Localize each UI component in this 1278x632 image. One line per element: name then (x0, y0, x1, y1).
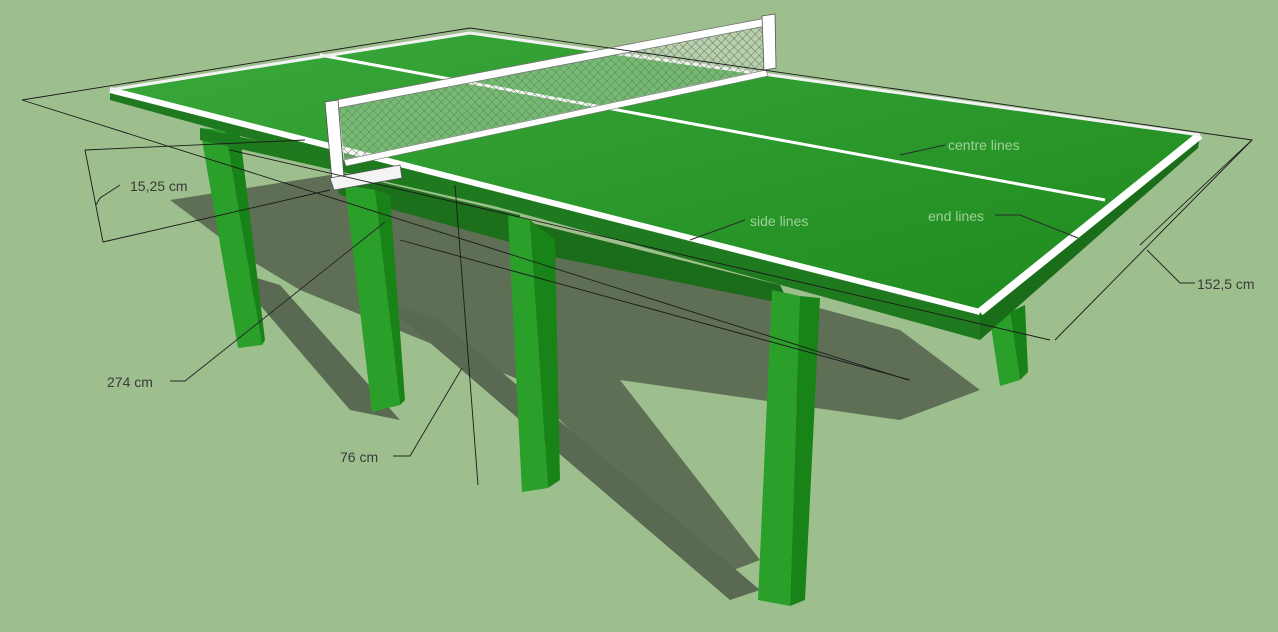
label-table-width: 152,5 cm (1197, 276, 1255, 292)
leader-table-width (1146, 249, 1195, 284)
label-height: 76 cm (340, 449, 379, 465)
leader-width (95, 184, 121, 206)
table-tennis-diagram (21, 13, 1253, 606)
label-side-lines: side lines (750, 213, 809, 229)
label-centre-lines: centre lines (948, 137, 1020, 153)
label-length: 274 cm (107, 374, 153, 390)
diagram-viewport: 15,25 cm 274 cm 76 cm side lines centre … (0, 0, 1278, 632)
label-width: 15,25 cm (130, 178, 188, 194)
net-post (761, 13, 777, 71)
dimension-line-width (84, 149, 104, 243)
label-end-lines: end lines (928, 208, 985, 224)
